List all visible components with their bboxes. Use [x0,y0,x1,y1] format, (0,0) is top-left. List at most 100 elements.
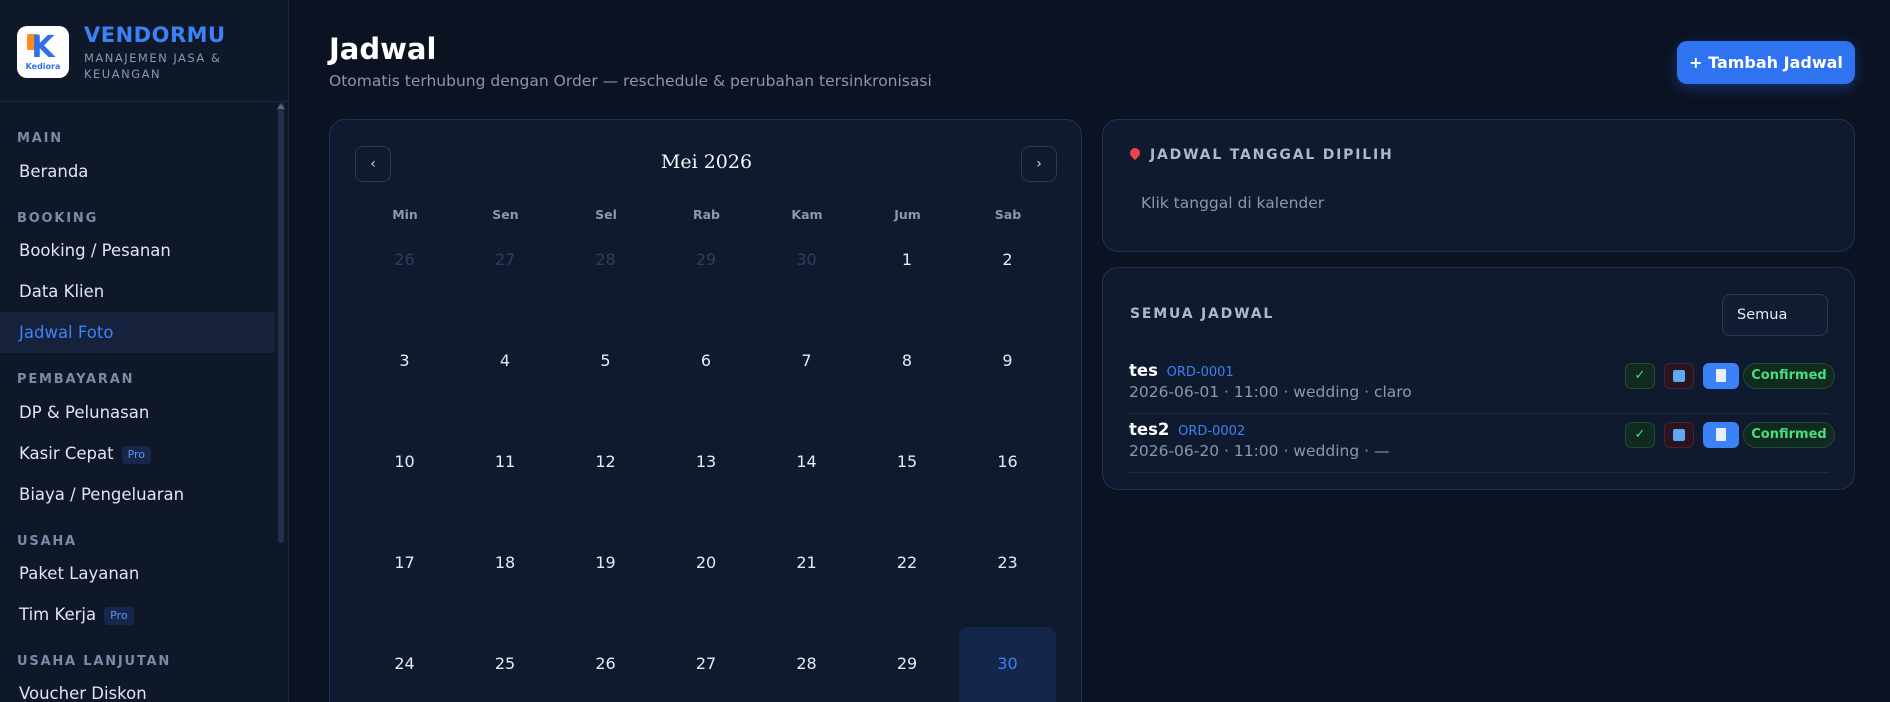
add-schedule-button[interactable]: + Tambah Jadwal [1677,41,1855,84]
calendar-day[interactable]: 25 [457,627,554,702]
calendar-day[interactable]: 5 [557,324,654,421]
calendar-day-number: 18 [494,553,516,572]
calendar-day[interactable]: 14 [758,425,855,522]
sidebar-item-jadwal-foto[interactable]: Jadwal Foto [0,312,275,353]
brand-header: K Kediora VENDORMU MANAJEMEN JASA & KEUA… [0,0,289,102]
calendar-day[interactable]: 20 [658,526,755,623]
clipboard-icon [1716,428,1726,441]
calendar-day-number: 7 [801,351,812,370]
calendar-day-number: 13 [695,452,717,471]
sidebar-item-dp-pelunasan[interactable]: DP & Pelunasan [0,392,275,433]
sidebar-item-data-klien[interactable]: Data Klien [0,271,275,312]
calendar-day[interactable]: 3 [356,324,453,421]
calendar-day[interactable]: 4 [457,324,554,421]
calendar-day-number: 15 [896,452,918,471]
schedule-name: tes ORD-0001 [1129,361,1234,380]
all-schedules-panel: SEMUA JADWAL Semua tes ORD-0001 2026-06-… [1102,267,1855,490]
calendar-day-selected[interactable]: 30 [959,627,1056,702]
sync-icon [1673,429,1685,441]
detail-button[interactable] [1703,363,1739,389]
calendar-day[interactable]: 18 [457,526,554,623]
calendar-day[interactable]: 28 [758,627,855,702]
calendar-day[interactable]: 1 [859,223,956,320]
calendar-day-number: 9 [1002,351,1013,370]
schedule-row[interactable]: tes ORD-0001 2026-06-01 · 11:00 · weddin… [1129,355,1835,414]
calendar-day[interactable]: 28 [557,223,654,320]
sidebar-scrollbar[interactable] [278,103,284,543]
logo-k-glyph: K [31,30,55,65]
app-logo: K Kediora [17,26,69,78]
calendar-day-number: 12 [595,452,616,471]
calendar-day[interactable]: 26 [557,627,654,702]
sync-icon [1673,370,1685,382]
calendar-day[interactable]: 30 [758,223,855,320]
calendar-day-number: 29 [695,250,717,269]
calendar-day[interactable]: 19 [557,526,654,623]
calendar-day[interactable]: 17 [356,526,453,623]
scroll-up-icon[interactable] [277,104,285,109]
weekday-header: Sen [492,207,519,222]
clipboard-icon [1716,369,1726,382]
weekday-header: Sel [595,207,617,222]
order-id-link[interactable]: ORD-0001 [1167,365,1234,380]
sidebar-item-kasir-cepat[interactable]: Kasir Cepat Pro [0,433,275,474]
calendar-day[interactable]: 29 [859,627,956,702]
calendar-day[interactable]: 27 [457,223,554,320]
schedule-meta: 2026-06-01 · 11:00 · wedding · claro [1129,383,1412,401]
pro-badge: Pro [121,445,152,464]
sidebar-item-voucher-diskon[interactable]: Voucher Diskon [0,673,275,702]
calendar-day[interactable]: 10 [356,425,453,522]
calendar-day-number: 23 [997,553,1018,572]
calendar-day-number: 8 [901,351,913,370]
sidebar-item-paket-layanan[interactable]: Paket Layanan [0,553,275,594]
calendar-day[interactable]: 16 [959,425,1056,522]
next-month-button[interactable]: › [1021,146,1057,182]
calendar-day[interactable]: 27 [658,627,755,702]
selected-panel-title-text: JADWAL TANGGAL DIPILIH [1150,147,1394,163]
calendar-day[interactable]: 13 [658,425,755,522]
detail-button[interactable] [1703,422,1739,448]
calendar-day[interactable]: 24 [356,627,453,702]
sidebar: K Kediora VENDORMU MANAJEMEN JASA & KEUA… [0,0,289,702]
calendar-day[interactable]: 26 [356,223,453,320]
calendar-card: ‹ Mei 2026 › Min Sen Sel Rab Kam Jum Sab 26 27 28… [329,119,1082,702]
schedule-filter-select[interactable]: Semua [1722,294,1828,336]
calendar-day[interactable]: 22 [859,526,956,623]
reschedule-button[interactable] [1664,422,1694,448]
order-id-link[interactable]: ORD-0002 [1178,424,1245,439]
selected-panel-empty-text: Klik tanggal di kalender [1141,194,1325,212]
calendar-day[interactable]: 8 [859,324,956,421]
sidebar-item-booking-pesanan[interactable]: Booking / Pesanan [0,230,275,271]
weekday-header: Kam [791,207,823,222]
calendar-day[interactable]: 7 [758,324,855,421]
calendar-day[interactable]: 12 [557,425,654,522]
sidebar-item-tim-kerja[interactable]: Tim Kerja Pro [0,594,275,635]
nav-section-usaha-lanjutan: USAHA LANJUTAN [17,654,172,669]
schedule-row[interactable]: tes2 ORD-0002 2026-06-20 · 11:00 · weddi… [1129,414,1835,473]
calendar-day-number: 20 [695,553,717,572]
calendar-day[interactable]: 6 [658,324,755,421]
calendar-day-number: 4 [499,351,511,370]
calendar-day-number: 2 [1002,250,1013,269]
calendar-day-number: 1 [901,250,913,269]
calendar-day[interactable]: 9 [959,324,1056,421]
pro-badge: Pro [104,606,134,625]
calendar-day-number: 30 [796,250,817,269]
calendar-day[interactable]: 29 [658,223,755,320]
calendar-day-number: 6 [700,351,712,370]
confirm-button[interactable]: ✓ [1625,363,1655,389]
calendar-day-number: 28 [796,654,817,673]
sidebar-item-beranda[interactable]: Beranda [0,151,275,192]
calendar-day[interactable]: 11 [457,425,554,522]
calendar-day[interactable]: 2 [959,223,1056,320]
calendar-day[interactable]: 15 [859,425,956,522]
calendar-day[interactable]: 21 [758,526,855,623]
calendar-day-number: 26 [394,250,415,269]
status-badge: Confirmed [1743,422,1835,448]
sidebar-item-biaya-pengeluaran[interactable]: Biaya / Pengeluaran [0,474,275,515]
calendar-day-number: 16 [997,452,1018,471]
calendar-day[interactable]: 23 [959,526,1056,623]
reschedule-button[interactable] [1664,363,1694,389]
confirm-button[interactable]: ✓ [1625,422,1655,448]
sidebar-item-label: Kasir Cepat [19,444,114,463]
